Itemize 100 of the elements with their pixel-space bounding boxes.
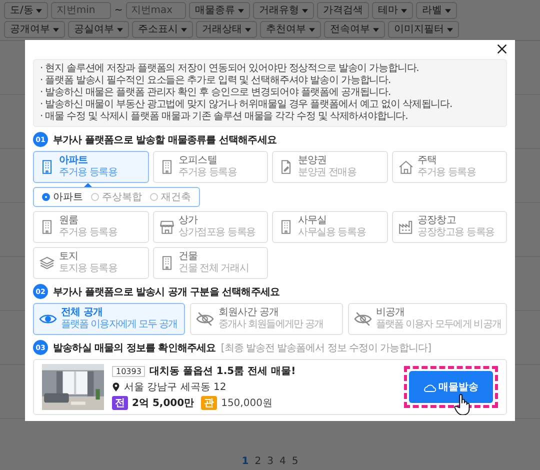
caret-icon — [53, 28, 59, 32]
notice-text: · 플랫폼 발송시 필수적인 요소들은 추가로 입력 및 선택해주셔야 발송이 가능합니다. — [40, 75, 392, 87]
listing-address: 서울 강남구 세곡동 12 — [124, 381, 226, 394]
property-type-card[interactable]: 아파트 주거용 등록용 — [33, 151, 148, 183]
caret-icon — [447, 28, 453, 32]
hand-cursor-icon — [454, 394, 470, 415]
listing-code: 10393 — [112, 366, 146, 376]
card-subtitle: 상가점포용 등록용 — [178, 227, 256, 239]
card-subtitle: 주거용 등록용 — [418, 167, 476, 179]
property-type-card[interactable]: 사무실 사무실용 등록용 — [272, 211, 388, 243]
property-type-card[interactable]: 오피스텔 주거용 등록용 — [152, 151, 268, 183]
filter-dropdown[interactable]: 주소표시 — [132, 21, 193, 38]
card-subtitle: 건물 전체 거래시 — [178, 263, 249, 275]
property-type-card[interactable]: 분양권 분양권 전매용 — [272, 151, 388, 183]
page-link[interactable]: 2 — [254, 456, 262, 467]
caret-icon — [309, 28, 315, 32]
card-title: 주택 — [418, 155, 438, 167]
section-heading: 발송하실 매물의 정보를 확인해주세요 — [53, 342, 216, 354]
card-title: 아파트 — [59, 155, 89, 167]
notice-text: · 매물 수정 및 삭제시 플랫폼 매물과 기존 솔루션 매물을 각각 수정 및 삭제하셔야합니다. — [40, 111, 409, 123]
caret-icon — [238, 8, 244, 12]
filter-dropdown[interactable]: 전속여부 — [324, 21, 385, 38]
price-amount: 150,000원 — [221, 397, 272, 410]
card-title: 원룸 — [59, 215, 80, 227]
notice-text: · 현지 솔루션에 저장과 플랫폼의 저장이 연동되어 있어야만 정상적으로 발송이 가능합니다. — [40, 63, 420, 75]
caret-icon — [400, 8, 407, 12]
eye-off-icon — [354, 311, 372, 327]
filter-dropdown[interactable]: 공실여부 — [68, 21, 129, 38]
card-title: 공장창고 — [418, 215, 457, 227]
caret-icon — [36, 8, 42, 12]
house-icon — [398, 159, 414, 175]
caret-icon — [117, 28, 123, 32]
page-link[interactable]: 4 — [279, 456, 286, 467]
filter-dropdown[interactable]: 추천여부 — [260, 21, 321, 38]
card-title: 사무실 — [298, 215, 328, 227]
card-subtitle: 주거용 등록용 — [178, 167, 237, 179]
radio-button[interactable] — [91, 193, 99, 201]
section-heading: 부가사 플랫폼으로 발송시 공개 구분을 선택해주세요 — [53, 286, 280, 298]
property-type-card[interactable]: 원룸 주거용 등록용 — [33, 211, 148, 243]
card-subtitle: 토지용 등록용 — [59, 263, 118, 275]
section-heading: 부가사 플랫폼으로 발송할 매물종류를 선택해주세요 — [53, 134, 277, 146]
card-title: 토지 — [59, 251, 80, 263]
disclosure-card[interactable]: 회원사간 공개 중개사 회원들에게만 공개 — [190, 303, 343, 335]
property-type-card[interactable]: 주택 주거용 등록용 — [392, 151, 507, 183]
card-title: 비공개 — [376, 307, 406, 319]
close-icon[interactable] — [497, 44, 507, 54]
filter-dropdown[interactable]: 테마 — [372, 2, 413, 19]
section-hint: [최종 발송전 발송폼에서 정보 수정이 가능합니다] — [220, 342, 432, 354]
factory-icon — [398, 219, 414, 235]
filter-dropdown[interactable]: 거래유형 — [252, 2, 314, 19]
card-subtitle: 주거용 등록용 — [59, 167, 118, 179]
card-subtitle: 플랫폼 이용자에게 모두 공개 — [61, 319, 178, 331]
property-type-card[interactable]: 토지 토지용 등록용 — [33, 247, 148, 279]
radio-button[interactable] — [150, 193, 158, 201]
filter-dropdown[interactable]: 라벨 — [416, 2, 457, 19]
property-type-card[interactable]: 공장창고 공장창고용 등록용 — [392, 211, 507, 243]
disclosure-card[interactable]: 전체 공개 플랫폼 이용자에게 모두 공개 — [33, 303, 186, 335]
location-pin-icon — [112, 382, 120, 392]
filter-dropdown[interactable]: 이미지필터 — [388, 21, 459, 38]
caret-icon — [181, 28, 187, 32]
page-link[interactable]: 5 — [292, 456, 298, 467]
listing-title: 대치동 풀옵션 1.5룸 전세 매물! — [149, 365, 296, 378]
filter-dropdown[interactable]: 거래상태 — [196, 21, 257, 38]
cloud-icon — [424, 382, 436, 392]
range-separator: ~ — [114, 5, 123, 16]
filter-dropdown[interactable]: 도/동 — [4, 2, 48, 19]
card-title: 상가 — [178, 215, 199, 227]
filter-dropdown[interactable]: 공개여부 — [4, 21, 65, 38]
eye-off-icon — [196, 311, 214, 327]
property-type-card[interactable]: 건물 건물 전체 거래시 — [152, 247, 268, 279]
filter-input[interactable]: 지번max — [126, 2, 186, 19]
store-icon — [158, 219, 174, 235]
radio-button[interactable] — [42, 193, 50, 201]
card-subtitle: 중개사 회원들에게만 공개 — [218, 319, 324, 331]
send-button[interactable]: 매물발송 — [409, 371, 493, 403]
caret-icon — [302, 8, 308, 12]
card-subtitle: 분양권 전매용 — [298, 167, 356, 179]
card-subtitle: 플랫폼 이용자 모두에게 비공개 — [376, 319, 501, 331]
card-subtitle: 주거용 등록용 — [59, 227, 118, 239]
filter-button[interactable]: 가격검색 — [316, 2, 369, 19]
notice-text: · 발송하신 매물이 부동산 광고법에 맞지 않거나 허위매물일 경우 플랫폼에서 예고 없이 삭제됩니다. — [40, 99, 454, 111]
radio-label: 아파트 — [53, 191, 83, 204]
filter-dropdown[interactable]: 매물종류 — [188, 2, 250, 19]
card-title: 건물 — [178, 251, 199, 263]
card-title: 분양권 — [298, 155, 328, 167]
property-type-card[interactable]: 상가 상가점포용 등록용 — [152, 211, 268, 243]
caret-icon — [373, 28, 379, 32]
page-link[interactable]: 3 — [267, 456, 274, 467]
card-subtitle: 사무실용 등록용 — [298, 227, 366, 239]
filter-input[interactable]: 지번min — [51, 2, 112, 19]
caret-icon — [245, 28, 251, 32]
card-title: 전체 공개 — [61, 307, 104, 319]
radio-label: 주상복합 — [102, 191, 142, 204]
price-amount: 2억 5,000만 — [132, 397, 194, 410]
disclosure-card[interactable]: 비공개 플랫폼 이용자 모두에게 비공개 — [348, 303, 507, 335]
radio-label: 재건축 — [161, 191, 191, 204]
price-type-badge: 관 — [201, 396, 218, 410]
page-link[interactable]: 1 — [242, 456, 249, 467]
caret-icon — [444, 8, 451, 12]
card-subtitle: 공장창고용 등록용 — [418, 227, 494, 239]
